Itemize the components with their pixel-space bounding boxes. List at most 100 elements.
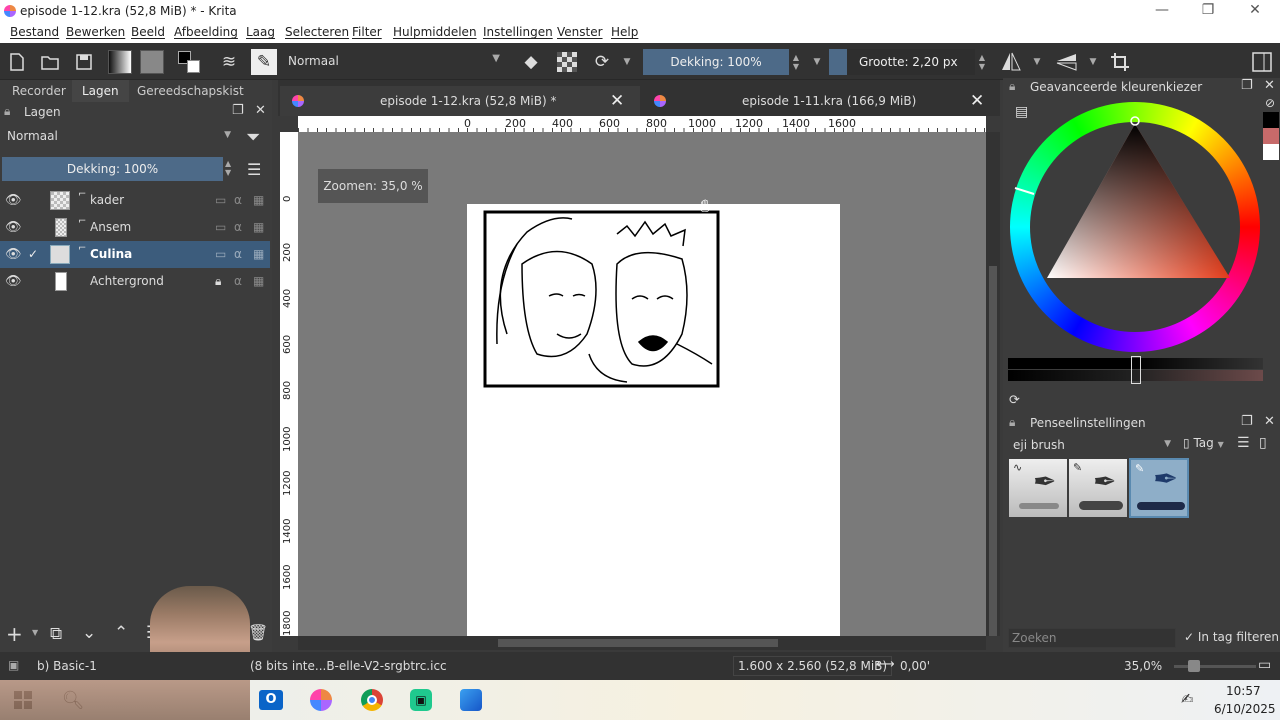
add-layer-menu-icon[interactable]: ▼ — [32, 628, 38, 637]
close-panel-icon[interactable]: ✕ — [1264, 78, 1275, 93]
save-icon[interactable] — [71, 49, 97, 75]
float-panel-icon[interactable]: ❐ — [1241, 414, 1253, 429]
refresh-icon[interactable]: ⟳ — [1009, 393, 1020, 408]
tab-gereedschapskist[interactable]: Gereedschapskist — [127, 80, 254, 102]
tab-episode-1-12[interactable]: episode 1-12.kra (52,8 MiB) * ✕ — [280, 86, 640, 116]
panel-view-icon[interactable]: ▯ — [1259, 435, 1267, 451]
layer-blend-mode-select[interactable]: Normaal ▼ — [2, 126, 236, 148]
layer-lock-icon[interactable]: ▭ — [215, 193, 226, 207]
close-window-button[interactable]: ✕ — [1240, 2, 1270, 20]
brush-preset-icon[interactable]: ✎ — [251, 49, 277, 75]
layer-lock-icon[interactable]: ▭ — [215, 220, 226, 234]
reset-color-icon[interactable]: ⊘ — [1265, 96, 1275, 110]
image-dimensions[interactable]: 1.600 x 2.560 (52,8 MiB) — [733, 656, 893, 676]
layer-row-ansem[interactable]: 👁︎ ⌐ Ansem ▭ α ▦ — [0, 214, 270, 241]
layer-options-menu-icon[interactable]: ☰ — [247, 160, 261, 179]
brush-preset-thumb-2[interactable]: ✎ ✒︎ — [1069, 459, 1127, 517]
alpha-inherit-icon[interactable]: α — [234, 193, 242, 207]
monitor-icon[interactable]: ▭ — [1258, 657, 1271, 673]
duplicate-layer-icon[interactable]: ⧉ — [50, 624, 62, 644]
hue-ring[interactable] — [1010, 102, 1260, 352]
zoom-slider[interactable] — [1174, 660, 1256, 672]
value-bar-handle[interactable] — [1131, 356, 1141, 384]
alpha-lock-icon[interactable] — [554, 49, 580, 75]
brush-preset-thumb-1[interactable]: ∿ ✒︎ — [1009, 459, 1067, 517]
tag-button[interactable]: ▯ Tag ▼ — [1183, 436, 1224, 450]
menu-help[interactable]: Help — [611, 25, 638, 39]
float-panel-icon[interactable]: ❐ — [1241, 78, 1253, 93]
layer-checkbox[interactable]: ✓ — [28, 247, 42, 261]
menu-bestand[interactable]: Bestand — [10, 25, 59, 39]
krita-taskbar-icon[interactable] — [306, 686, 336, 714]
filter-icon[interactable]: ⏷ — [246, 127, 260, 148]
rotation-value[interactable]: 0,00' — [900, 659, 930, 673]
layer-checkbox[interactable] — [28, 274, 42, 288]
recent-color-swatch[interactable] — [1263, 128, 1279, 144]
layer-opacity-stepper[interactable]: ▲ ▼ — [225, 159, 231, 177]
brush-settings-icon[interactable]: ≋ — [216, 49, 242, 75]
size-slider[interactable]: Grootte: 2,20 px — [829, 49, 975, 75]
close-tab-icon[interactable]: ✕ — [970, 86, 984, 116]
visibility-eye-icon[interactable]: 👁︎ — [5, 274, 22, 289]
pen-tablet-icon[interactable]: ✍︎ — [1181, 690, 1194, 708]
wrap-icon[interactable] — [1107, 49, 1133, 75]
color-triangle[interactable] — [1010, 102, 1260, 352]
menu-hulpmiddelen[interactable]: Hulpmiddelen — [393, 25, 477, 39]
close-panel-icon[interactable]: ✕ — [1264, 414, 1275, 429]
menu-bewerken[interactable]: Bewerken — [66, 25, 125, 39]
horizontal-scrollbar-thumb[interactable] — [498, 639, 778, 647]
zoom-level[interactable]: 35,0% — [1124, 659, 1162, 673]
alpha-inherit-icon[interactable]: α — [234, 274, 242, 288]
opacity-slider[interactable]: Dekking: 100% — [643, 49, 789, 75]
layer-row-culina[interactable]: 👁︎ ✓ ⌐ Culina ▭ α ▦ — [0, 241, 270, 268]
visibility-eye-icon[interactable]: 👁︎ — [5, 220, 22, 235]
horizontal-scrollbar[interactable] — [298, 636, 986, 650]
tab-lagen[interactable]: Lagen — [72, 80, 129, 102]
color-swatch-icon[interactable] — [176, 49, 202, 75]
blend-mode-select[interactable]: Normaal ▼ — [281, 49, 507, 75]
layer-checkbox[interactable] — [28, 220, 42, 234]
mirror-horizontal-icon[interactable] — [998, 49, 1024, 75]
float-panel-icon[interactable]: ❐ — [232, 103, 244, 118]
menu-selecteren[interactable]: Selecteren — [285, 25, 349, 39]
canvas-viewport[interactable]: Zoomen: 35,0 % ✋︎ — [298, 132, 986, 636]
alpha-lock-icon[interactable]: ▦ — [253, 247, 264, 261]
layer-lock-icon[interactable]: 🔒︎ — [215, 274, 221, 289]
gradient-icon[interactable] — [107, 49, 133, 75]
menu-instellingen[interactable]: Instellingen — [483, 25, 553, 39]
mirror-v-menu-arrow-icon[interactable]: ▼ — [1086, 49, 1100, 75]
layer-row-kader[interactable]: 👁︎ ⌐ kader ▭ α ▦ — [0, 187, 270, 214]
layer-row-achtergrond[interactable]: 👁︎ Achtergrond 🔒︎ α ▦ — [0, 268, 270, 295]
document-page[interactable] — [467, 204, 840, 636]
foreground-color-swatch[interactable] — [1263, 112, 1279, 128]
tab-episode-1-11[interactable]: episode 1-11.kra (166,9 MiB) ✕ — [642, 86, 998, 116]
opacity-menu-arrow-icon[interactable]: ▼ — [810, 49, 824, 75]
close-panel-icon[interactable]: ✕ — [255, 103, 266, 118]
menu-laag[interactable]: Laag — [246, 25, 275, 39]
open-document-icon[interactable] — [37, 49, 63, 75]
pattern-icon[interactable] — [139, 49, 165, 75]
delete-layer-icon[interactable]: 🗑︎ — [248, 623, 268, 642]
eraser-icon[interactable]: ◆ — [518, 49, 544, 75]
visibility-eye-icon[interactable]: 👁︎ — [5, 247, 22, 262]
menu-venster[interactable]: Venster — [557, 25, 603, 39]
close-tab-icon[interactable]: ✕ — [610, 86, 624, 116]
minimize-button[interactable]: — — [1147, 2, 1177, 20]
list-view-icon[interactable]: ☰ — [1237, 435, 1250, 451]
reload-icon[interactable]: ⟳ — [589, 49, 615, 75]
layer-lock-icon[interactable]: ▭ — [215, 247, 226, 261]
tag-filter-checkbox[interactable]: ✓ In tag filteren — [1184, 630, 1279, 644]
menu-afbeelding[interactable]: Afbeelding — [174, 25, 238, 39]
brush-preset-thumb-3-selected[interactable]: ✎ ✒︎ — [1129, 458, 1189, 518]
new-document-icon[interactable] — [4, 49, 30, 75]
outlook-icon[interactable]: O — [256, 686, 286, 714]
alpha-lock-icon[interactable]: ▦ — [253, 274, 264, 288]
menu-beeld[interactable]: Beeld — [131, 25, 165, 39]
chrome-icon[interactable] — [357, 686, 387, 714]
mirror-h-menu-arrow-icon[interactable]: ▼ — [1030, 49, 1044, 75]
maximize-button[interactable]: ❐ — [1193, 2, 1223, 20]
opacity-stepper[interactable]: ▲ ▼ — [790, 49, 802, 75]
visibility-eye-icon[interactable]: 👁︎ — [5, 193, 22, 208]
size-stepper[interactable]: ▲ ▼ — [976, 49, 988, 75]
menu-filter[interactable]: Filter — [352, 25, 382, 39]
